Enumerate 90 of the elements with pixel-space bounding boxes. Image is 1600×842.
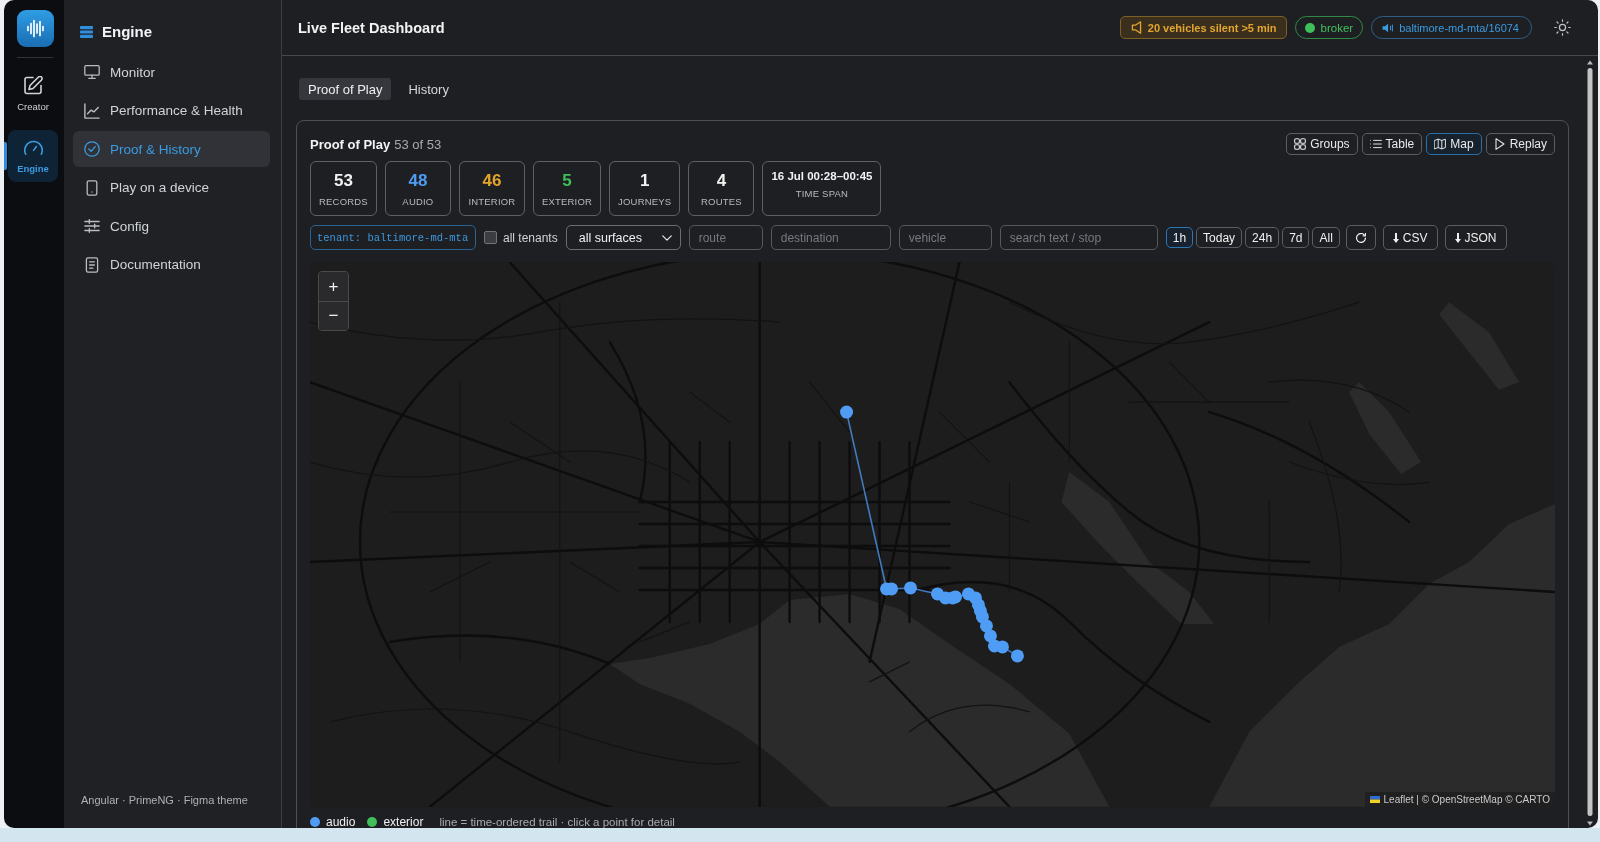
surface-select[interactable]: all surfaces (565, 225, 681, 250)
trail-point[interactable] (949, 590, 962, 604)
checkbox-label: all tenants (503, 230, 558, 245)
check-circle-icon (84, 141, 100, 157)
status-dot-icon (1304, 22, 1315, 33)
nav-item[interactable]: Performance & Health (73, 92, 270, 129)
download-icon (1392, 232, 1399, 243)
nav-item[interactable]: Documentation (73, 246, 270, 283)
flag-icon (1369, 796, 1380, 803)
stat-value: 5 (562, 170, 572, 191)
range-button[interactable]: 24h (1245, 227, 1280, 248)
document-icon (84, 256, 100, 273)
stat-label: EXTERIOR (541, 195, 593, 207)
status-text: broker (1320, 21, 1354, 34)
tablet-icon (84, 179, 100, 196)
legend-label: audio (326, 815, 356, 828)
sidebar-title: Engine (102, 23, 152, 40)
view-button[interactable]: Replay (1485, 133, 1555, 155)
grid-icon (1294, 138, 1307, 150)
vehicle-field[interactable]: vehicle (898, 225, 992, 250)
trail-point[interactable] (904, 581, 917, 595)
map-icon (1434, 138, 1447, 150)
refresh-button[interactable] (1345, 225, 1376, 250)
pencil-icon (23, 76, 43, 95)
search-field[interactable]: search text / stop (999, 225, 1158, 250)
range-button[interactable]: 1h (1165, 227, 1194, 248)
gauge-icon (23, 138, 43, 157)
sidebar-footer-text: Angular · PrimeNG · Figma theme (80, 794, 249, 808)
play-icon (1493, 138, 1506, 150)
sliders-icon (84, 218, 100, 234)
nav-item[interactable]: Play on a device (73, 169, 270, 206)
stat-label: TIME SPAN (795, 188, 849, 199)
trail-point[interactable] (840, 405, 854, 419)
sun-icon (1554, 19, 1571, 36)
zoom-in-button[interactable]: + (319, 272, 348, 301)
monitor-icon (84, 64, 100, 80)
stat-value: 1 (640, 170, 650, 191)
checkbox[interactable] (484, 231, 497, 244)
stack-icon (80, 25, 93, 38)
tenant-text: baltimore-md-mta/16074 (1399, 21, 1519, 34)
speaker-icon (1130, 21, 1142, 34)
legend-label: exterior (383, 815, 424, 828)
download-icon (1454, 232, 1461, 243)
alert-text: 20 vehicles silent >5 min (1147, 21, 1277, 34)
range-button[interactable]: Today (1196, 227, 1243, 248)
stat-value: 4 (716, 170, 727, 191)
rail-item[interactable]: Creator (8, 68, 58, 120)
legend-note: line = time-ordered trail · click a point for detail (439, 816, 675, 828)
trail-point[interactable] (979, 619, 993, 633)
rail-item[interactable]: Engine (8, 130, 58, 182)
nav-item[interactable]: Config (73, 208, 270, 244)
stat-label: INTERIOR (468, 195, 516, 207)
speaker-icon (1382, 22, 1394, 33)
record-count: 53 of 53 (394, 136, 442, 152)
stat-value: 53 (334, 170, 353, 191)
theme-toggle-button[interactable] (1554, 19, 1571, 36)
line-chart-icon (84, 102, 100, 119)
stat-label: RECORDS (319, 195, 368, 207)
export-button[interactable]: CSV (1382, 225, 1438, 250)
list-icon (1369, 138, 1382, 150)
tab[interactable]: History (399, 78, 458, 100)
zoom-out-button[interactable]: − (319, 301, 348, 330)
page-title: Live Fleet Dashboard (298, 19, 445, 36)
nav-item[interactable]: Monitor (73, 54, 270, 90)
scrollbar[interactable] (1585, 58, 1595, 828)
stat-value: 16 Jul 00:28–00:45 (771, 170, 873, 182)
stat-value: 48 (408, 170, 428, 191)
stat-label: ROUTES (701, 195, 742, 207)
view-button[interactable]: Map (1426, 133, 1482, 155)
stat-label: JOURNEYS (618, 195, 672, 207)
range-button[interactable]: All (1312, 227, 1340, 248)
trail-point[interactable] (995, 640, 1009, 654)
chevron-down-icon (661, 234, 672, 241)
route-field[interactable]: route (688, 225, 763, 250)
tenant-filter-chip: tenant: baltimore-md-mta (310, 225, 476, 250)
nav-item[interactable]: Proof & History (73, 131, 270, 167)
trail-point[interactable] (1010, 649, 1024, 663)
view-button[interactable]: Groups (1286, 133, 1358, 155)
view-button[interactable]: Table (1361, 133, 1423, 155)
range-button[interactable]: 7d (1282, 227, 1310, 248)
export-button[interactable]: JSON (1444, 225, 1507, 250)
trail-point[interactable] (983, 629, 997, 643)
refresh-icon (1355, 232, 1366, 243)
stat-label: AUDIO (402, 195, 434, 207)
destination-field[interactable]: destination (770, 225, 891, 250)
waveform-logo-icon[interactable] (16, 10, 54, 47)
panel-title: Proof of Play (310, 136, 391, 152)
tab[interactable]: Proof of Play (299, 78, 392, 100)
stat-value: 46 (482, 170, 502, 191)
attribution-text: Leaflet | © OpenStreetMap © CARTO (1383, 794, 1550, 805)
